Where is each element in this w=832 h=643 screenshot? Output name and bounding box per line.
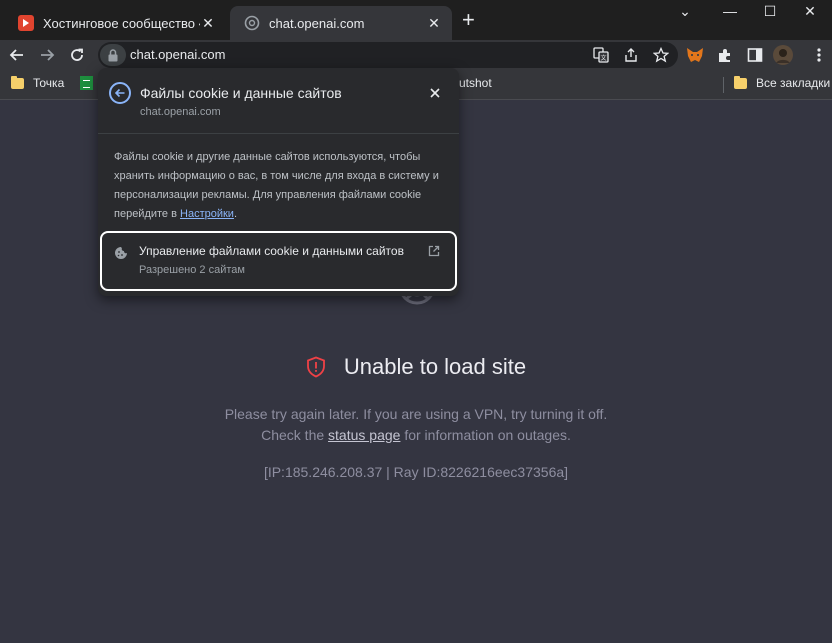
- error-status-line: Check the status page for information on…: [0, 427, 832, 443]
- bookmark-label: utshot: [459, 76, 492, 90]
- window-close-icon[interactable]: ✕: [788, 0, 832, 30]
- translate-icon[interactable]: 文: [592, 46, 610, 64]
- description-text: Файлы cookie и другие данные сайтов испо…: [114, 151, 439, 220]
- shield-alert-icon: [306, 356, 326, 378]
- site-info-button[interactable]: [100, 44, 126, 66]
- reload-icon[interactable]: [66, 44, 88, 66]
- tab-close-icon[interactable]: ✕: [200, 15, 216, 32]
- lock-icon: [108, 48, 118, 61]
- ray-id: [IP:185.246.208.37 | Ray ID:8226216eec37…: [263, 464, 569, 480]
- toolbar: chat.openai.com 文: [0, 40, 832, 70]
- manage-cookies-button[interactable]: Управление файлами cookie и данными сайт…: [100, 231, 457, 291]
- popup-close-icon[interactable]: [428, 86, 442, 100]
- bookmark-star-icon[interactable]: [652, 46, 670, 64]
- tab-title: Хостинговое сообщество «Time: [43, 15, 200, 31]
- error-title: Unable to load site: [343, 354, 527, 379]
- popup-description: Файлы cookie и другие данные сайтов испо…: [114, 148, 444, 224]
- popup-title: Файлы cookie и данные сайтов: [140, 85, 342, 101]
- forward-arrow-icon[interactable]: [36, 44, 58, 66]
- back-arrow-icon: [114, 88, 125, 98]
- menu-dots-icon[interactable]: [808, 44, 830, 66]
- bookmark-label: Точка: [33, 76, 65, 90]
- side-panel-icon[interactable]: [744, 44, 766, 66]
- maximize-icon[interactable]: ☐: [748, 0, 792, 30]
- back-button[interactable]: [109, 82, 131, 104]
- svg-text:文: 文: [600, 54, 606, 62]
- tab-timeweb[interactable]: Хостинговое сообщество «Time ✕: [4, 6, 226, 40]
- bookmarks-divider: [723, 77, 724, 93]
- folder-icon: [734, 75, 747, 89]
- error-heading: Unable to load site: [0, 354, 832, 380]
- cookie-icon: [115, 247, 127, 259]
- status-page-link[interactable]: status page: [328, 427, 400, 443]
- popup-subtitle: chat.openai.com: [140, 106, 221, 118]
- divider: [98, 133, 459, 134]
- cookies-popup: Файлы cookie и данные сайтов chat.openai…: [98, 68, 459, 296]
- back-arrow-icon[interactable]: [6, 44, 28, 66]
- external-link-icon: [428, 245, 440, 257]
- tab-strip: Хостинговое сообщество «Time ✕ chat.open…: [0, 0, 832, 40]
- openai-favicon-icon: [244, 15, 260, 31]
- description-end: .: [233, 208, 238, 220]
- manage-cookies-subtitle: Разрешено 2 сайтам: [139, 264, 245, 276]
- tab-title: chat.openai.com: [269, 15, 365, 31]
- address-bar[interactable]: chat.openai.com 文: [98, 42, 678, 68]
- bookmark-label: Все закладки: [756, 76, 831, 90]
- tab-search-icon[interactable]: ⌄: [663, 0, 707, 30]
- status-suffix: for information on outages.: [400, 427, 571, 443]
- sheets-icon: [80, 76, 93, 90]
- bookmark-tochka[interactable]: Точка: [11, 75, 65, 90]
- minimize-icon[interactable]: —: [708, 0, 752, 30]
- settings-link[interactable]: Настройки: [180, 208, 234, 220]
- new-tab-button[interactable]: +: [462, 9, 475, 31]
- folder-icon: [11, 75, 24, 89]
- profile-avatar[interactable]: [772, 44, 794, 66]
- extensions-puzzle-icon[interactable]: [714, 44, 736, 66]
- status-prefix: Check the: [261, 427, 329, 443]
- bookmark-all[interactable]: Все закладки: [734, 75, 831, 90]
- tab-chatgpt[interactable]: chat.openai.com ✕: [230, 6, 452, 40]
- share-icon[interactable]: [622, 46, 640, 64]
- url-text[interactable]: chat.openai.com: [130, 47, 225, 62]
- manage-cookies-title: Управление файлами cookie и данными сайт…: [139, 244, 404, 258]
- tab-close-icon[interactable]: ✕: [426, 15, 442, 32]
- metamask-extension-icon[interactable]: [684, 44, 706, 66]
- error-message: Please try again later. If you are using…: [224, 406, 608, 422]
- bookmark-utshot[interactable]: utshot: [459, 76, 492, 90]
- timeweb-favicon-icon: [18, 15, 34, 31]
